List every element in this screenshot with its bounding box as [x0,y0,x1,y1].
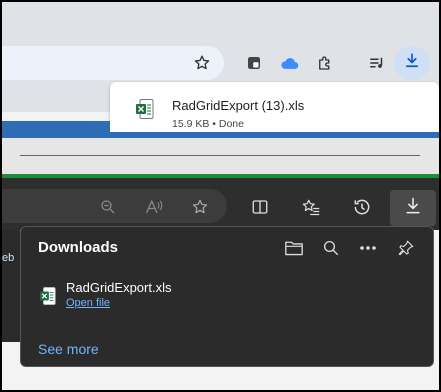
page-header-stripe [2,121,110,138]
history-icon[interactable] [350,195,374,219]
edge-page-background [20,367,439,390]
page-text-fragment: eb [2,252,15,264]
split-screen-icon[interactable] [248,195,272,219]
chrome-download-button[interactable] [394,46,430,80]
folder-icon[interactable] [282,236,306,260]
downloads-title: Downloads [38,239,119,256]
cloud-icon[interactable] [278,51,302,75]
see-more-link[interactable]: See more [38,341,99,357]
screenshot-frame: RadGridExport (13).xls 15.9 KB • Done eb… [2,2,439,390]
chrome-file-meta: 15.9 KB • Done [172,118,244,130]
read-aloud-icon[interactable] [142,195,166,219]
media-control-icon[interactable] [365,51,389,75]
edge-downloads-panel: Downloads RadGridExport.xls Open file Se… [20,226,434,367]
zoom-out-icon[interactable] [96,195,120,219]
excel-file-icon [40,287,58,307]
divider [20,155,420,156]
pin-icon[interactable] [394,236,418,260]
edge-download-button[interactable] [390,190,436,226]
open-file-link[interactable]: Open file [66,297,110,309]
excel-file-icon [136,99,154,119]
download-icon [403,196,423,221]
edge-page-background [2,342,20,390]
chrome-file-name: RadGridExport (13).xls [172,98,305,113]
page-content-area [2,138,439,174]
favorite-star-icon[interactable] [188,195,212,219]
favorites-list-icon[interactable] [299,195,323,219]
search-icon[interactable] [319,236,343,260]
more-icon[interactable] [356,236,380,260]
chrome-download-popup[interactable]: RadGridExport (13).xls 15.9 KB • Done [110,82,439,136]
edge-file-name[interactable]: RadGridExport.xls [66,280,171,295]
star-icon[interactable] [190,51,214,75]
extension-tab-icon[interactable] [242,51,266,75]
puzzle-icon[interactable] [313,51,337,75]
download-icon [403,52,421,75]
